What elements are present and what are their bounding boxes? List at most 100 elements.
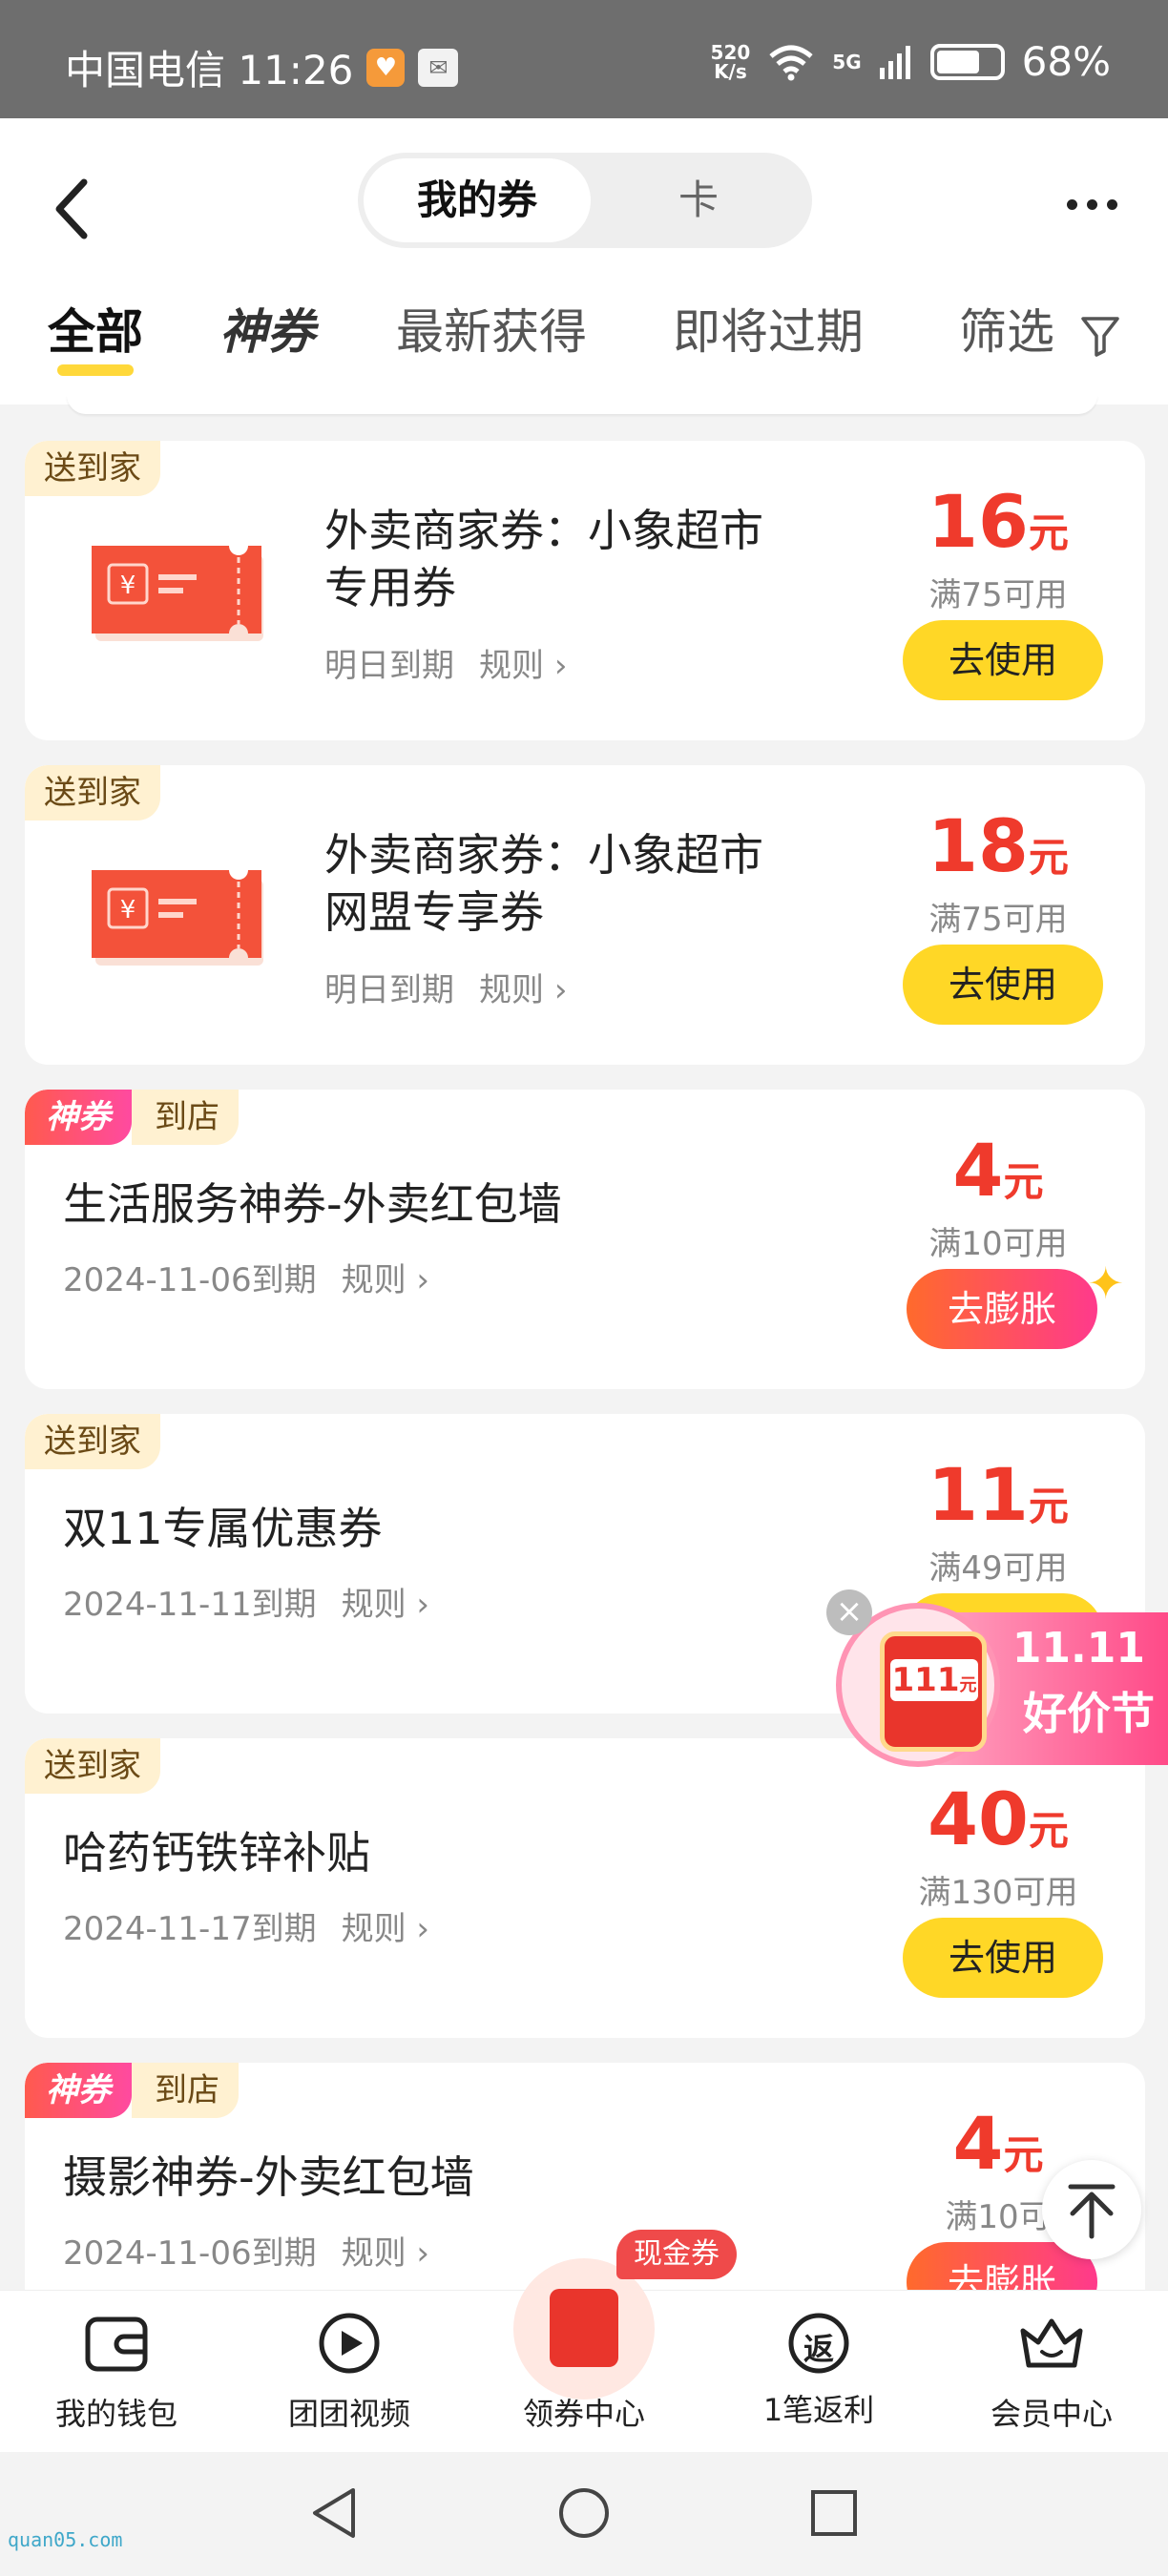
coupon-condition: 满75可用 (928, 901, 1068, 939)
coupon-ticket-icon: ¥ (92, 870, 263, 966)
coupon-card[interactable]: 神券 到店 生活服务神券-外卖红包墙 2024-11-06到期 规则 › 4元 满… (25, 1090, 1145, 1389)
coupon-amount: 4元 (893, 1128, 1103, 1213)
crown-icon (1020, 2318, 1083, 2368)
nav-coupon-center[interactable]: 领券中心 (489, 2390, 679, 2434)
tab-filter[interactable]: 筛选 (959, 294, 1121, 363)
active-tab-indicator (57, 364, 134, 376)
coupon-meta: 2024-11-06到期 规则 › (63, 2227, 429, 2274)
coupon-card[interactable]: 送到家 ¥ 外卖商家券：小象超市 专用券 明日到期 规则 › 16元 满75可用 … (25, 441, 1145, 740)
nav-rebate[interactable]: 返 1笔返利 (723, 2310, 914, 2430)
coupon-list[interactable]: 送到家 ¥ 外卖商家券：小象超市 专用券 明日到期 规则 › 16元 满75可用 … (0, 395, 1168, 2290)
battery-percent: 68% (1021, 38, 1111, 85)
rule-label: 规则 (479, 971, 544, 1009)
expiry-text: 2024-11-06到期 (63, 1261, 317, 1299)
rule-link[interactable]: 规则 › (342, 2234, 429, 2273)
rebate-icon: 返 (782, 2310, 855, 2377)
play-icon (319, 2313, 380, 2374)
system-recents-icon[interactable] (807, 2484, 861, 2542)
back-button[interactable] (48, 171, 105, 247)
nav-video[interactable]: 团团视频 (254, 2310, 445, 2434)
tab-expiring[interactable]: 即将过期 (673, 294, 864, 363)
more-dot-icon (1086, 198, 1097, 210)
tab-all[interactable]: 全部 (48, 294, 143, 363)
rule-link[interactable]: 规则 › (342, 1586, 429, 1624)
system-navigation-bar (0, 2452, 1168, 2576)
svg-text:¥: ¥ (120, 571, 136, 600)
nav-wallet[interactable]: 我的钱包 (21, 2310, 212, 2434)
rule-link[interactable]: 规则 › (342, 1910, 429, 1948)
amount-unit: 元 (1028, 1483, 1069, 1529)
coupon-condition: 满10可用 (928, 1225, 1068, 1263)
in-store-tag: 到店 (132, 2063, 239, 2118)
coupon-title: 哈药钙铁锌补贴 (63, 1827, 370, 1879)
amount-unit: 元 (1003, 2131, 1044, 2178)
nav-membership[interactable]: 会员中心 (956, 2310, 1147, 2434)
coupon-title-line1: 外卖商家券：小象超市 (324, 505, 763, 556)
svg-text:¥: ¥ (120, 896, 136, 924)
app-notification-icon: ♥ (366, 48, 406, 87)
expand-coupon-button[interactable]: 去膨胀 (907, 1269, 1097, 1349)
tab-super-coupon[interactable]: 神券 (219, 294, 315, 363)
red-envelope-icon: 111元 (880, 1631, 987, 1752)
amount-value: 4 (952, 2101, 1004, 2186)
coupon-title: 外卖商家券：小象超市 专用券 (324, 502, 763, 616)
previous-card-edge (67, 395, 1097, 414)
coupon-amount: 40元 (893, 1776, 1103, 1861)
message-notification-icon: ✉ (418, 48, 459, 87)
promo-date: 11.11 (1012, 1624, 1145, 1672)
coupon-card[interactable]: 送到家 哈药钙铁锌补贴 2024-11-17到期 规则 › 40元 满130可用 … (25, 1738, 1145, 2038)
promo-title: 好价节 (1023, 1688, 1155, 1739)
segment-cards[interactable]: 卡 (591, 158, 806, 242)
wifi-icon (769, 45, 813, 80)
amount-value: 4 (952, 1128, 1004, 1213)
rule-label: 规则 (341, 2234, 407, 2273)
coupon-condition: 满49可用 (928, 1549, 1068, 1588)
status-left: 中国电信 11:26 ♥ ✉ (65, 38, 459, 96)
use-coupon-button[interactable]: 去使用 (903, 945, 1103, 1025)
expiry-text: 2024-11-06到期 (63, 2234, 317, 2273)
amount-value: 11 (928, 1452, 1029, 1537)
back-to-top-button[interactable] (1042, 2160, 1141, 2259)
promo-envelope-value: 111元 (890, 1659, 978, 1701)
rule-link[interactable]: 规则 › (342, 1261, 429, 1299)
red-envelope-icon (550, 2289, 618, 2367)
delivery-tag: 送到家 (25, 441, 160, 496)
coupon-title: 生活服务神券-外卖红包墙 (63, 1178, 562, 1230)
system-back-icon[interactable] (307, 2484, 361, 2542)
coupon-meta: 2024-11-17到期 规则 › (63, 1902, 429, 1949)
amount-unit: 元 (1028, 509, 1069, 556)
coupon-card[interactable]: 神券 到店 摄影神券-外卖红包墙 2024-11-06到期 规则 › 4元 满10… (25, 2063, 1145, 2290)
coupon-center-button[interactable] (513, 2258, 655, 2399)
nav-label: 我的钱包 (54, 2396, 177, 2432)
wallet-icon (85, 2316, 148, 2372)
double-eleven-promo[interactable]: 111元 11.11 好价节 × (826, 1589, 1168, 1767)
use-coupon-button[interactable]: 去使用 (903, 620, 1103, 700)
more-dot-icon (1106, 198, 1117, 210)
coupon-title: 摄影神券-外卖红包墙 (63, 2151, 474, 2203)
tab-newest[interactable]: 最新获得 (396, 294, 587, 363)
coupon-card[interactable]: 送到家 ¥ 外卖商家券：小象超市 网盟专享券 明日到期 规则 › 18元 满75可… (25, 765, 1145, 1065)
coupon-condition: 满75可用 (928, 576, 1068, 614)
close-icon[interactable]: × (826, 1589, 872, 1635)
system-home-icon[interactable] (557, 2484, 611, 2542)
segment-my-coupons[interactable]: 我的券 (364, 158, 591, 242)
rule-label: 规则 (341, 1261, 407, 1299)
expiry-text: 2024-11-11到期 (63, 1586, 317, 1624)
chevron-right-icon: › (416, 1910, 430, 1948)
envelope-amount: 111 (891, 1661, 960, 1699)
more-options-button[interactable] (1053, 185, 1130, 223)
filter-label: 筛选 (959, 304, 1054, 360)
carrier-time: 中国电信 11:26 (65, 47, 354, 93)
super-coupon-tag: 神券 (25, 1090, 132, 1145)
rule-link[interactable]: 规则 › (479, 971, 567, 1009)
rule-link[interactable]: 规则 › (479, 647, 567, 685)
coupon-meta: 2024-11-06到期 规则 › (63, 1254, 429, 1300)
nav-label: 1笔返利 (762, 2392, 875, 2428)
coupon-meta: 2024-11-11到期 规则 › (63, 1578, 429, 1625)
filter-funnel-icon (1081, 316, 1119, 357)
amount-value: 18 (928, 803, 1029, 888)
coupon-condition: 满130可用 (918, 1874, 1078, 1912)
segment-control: 我的券 卡 (358, 153, 812, 248)
watermark-text: quan05.com (8, 2528, 123, 2551)
use-coupon-button[interactable]: 去使用 (903, 1918, 1103, 1998)
